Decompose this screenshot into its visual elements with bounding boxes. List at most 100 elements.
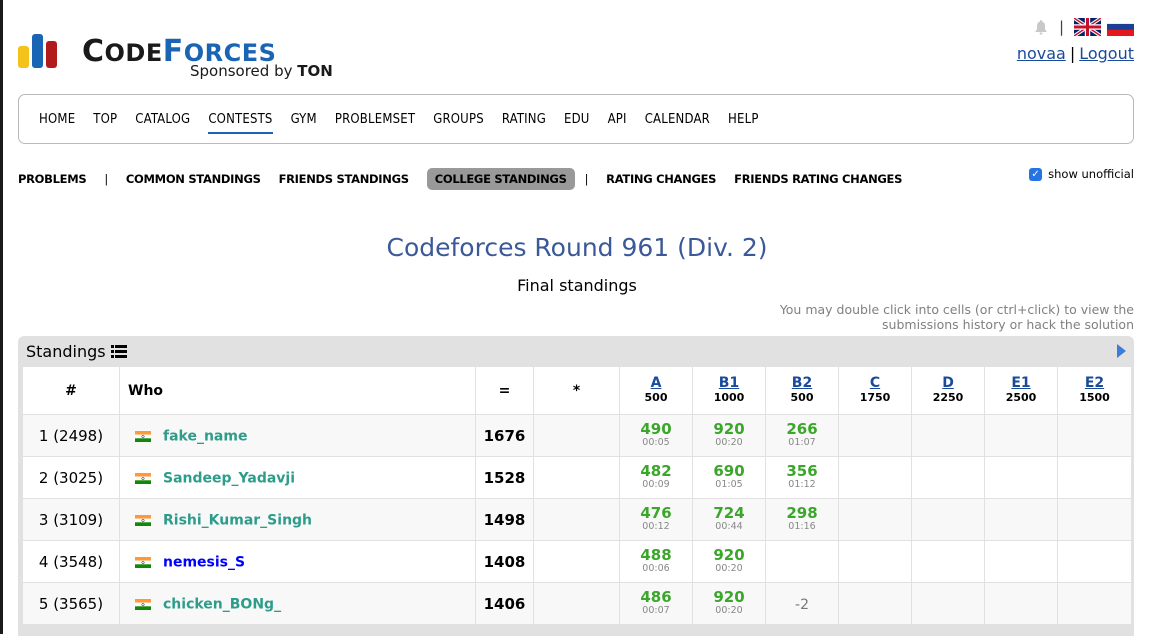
problem-result-cell[interactable]	[1057, 456, 1132, 499]
menu-calendar[interactable]: CALENDAR	[645, 112, 710, 127]
tab-college-standings[interactable]: COLLEGE STANDINGS	[426, 168, 575, 190]
sponsor-line: Sponsored by TON	[190, 62, 333, 80]
contest-title[interactable]: Codeforces Round 961 (Div. 2)	[0, 233, 1154, 262]
problem-d-link[interactable]: D	[912, 376, 984, 391]
problem-b2-link[interactable]: B2	[766, 376, 838, 391]
show-unofficial-toggle[interactable]: ✓ show unofficial	[1029, 167, 1134, 181]
problem-result-cell[interactable]	[984, 456, 1058, 499]
notification-bell-icon[interactable]	[1033, 19, 1049, 35]
problem-result-cell[interactable]	[984, 414, 1058, 457]
tab-friends-standings[interactable]: FRIENDS STANDINGS	[279, 172, 409, 186]
menu-contests[interactable]: CONTESTS	[208, 112, 273, 134]
problem-result-cell[interactable]: 690 01:05	[692, 456, 766, 499]
problem-e1-link[interactable]: E1	[985, 376, 1057, 391]
problem-result-cell[interactable]	[911, 540, 985, 583]
penalty-cell	[533, 456, 620, 499]
second-level-menu: PROBLEMS | COMMON STANDINGS FRIENDS STAN…	[18, 168, 920, 190]
tab-common-standings[interactable]: COMMON STANDINGS	[126, 172, 261, 186]
problem-result-cell[interactable]	[911, 414, 985, 457]
hint-text: You may double click into cells (or ctrl…	[779, 302, 1134, 332]
problem-result-cell[interactable]	[838, 540, 912, 583]
header-rank: #	[22, 366, 120, 415]
participant-handle-link[interactable]: nemesis_S	[163, 555, 245, 571]
problem-result-cell[interactable]	[911, 582, 985, 625]
total-score-cell: 1528	[475, 456, 534, 499]
problem-result-cell[interactable]	[1057, 582, 1132, 625]
problem-result-cell[interactable]: 488 00:06	[619, 540, 693, 583]
problem-result-cell[interactable]: 920 00:20	[692, 540, 766, 583]
problem-result-cell[interactable]	[911, 498, 985, 541]
problem-result-cell[interactable]	[984, 498, 1058, 541]
participant-handle-link[interactable]: Rishi_Kumar_Singh	[163, 513, 312, 529]
show-unofficial-label: show unofficial	[1048, 167, 1134, 181]
menu-api[interactable]: API	[608, 112, 627, 127]
codeforces-logo[interactable]: CODEFORCES Sponsored by TON	[18, 24, 348, 82]
problem-result-cell[interactable]: 724 00:44	[692, 498, 766, 541]
penalty-cell	[533, 540, 620, 583]
problem-result-cell[interactable]	[838, 414, 912, 457]
problem-result-cell[interactable]: 476 00:12	[619, 498, 693, 541]
checkbox-checked-icon[interactable]: ✓	[1029, 167, 1043, 181]
problem-a-link[interactable]: A	[620, 376, 692, 391]
header-problem-a: A 500	[619, 366, 693, 415]
problem-result-cell[interactable]: 298 01:16	[765, 498, 839, 541]
table-row: 4 (3548) nemesis_S 1408 488 00:06 920 00:20	[22, 540, 1132, 583]
india-flag-icon	[135, 431, 151, 442]
problem-result-cell[interactable]: 490 00:05	[619, 414, 693, 457]
standings-table: # Who = * A 500 B1 1000 B2 500 C 1750 D 2250 …	[22, 366, 1132, 625]
participant-cell: nemesis_S	[119, 540, 476, 583]
problem-result-cell[interactable]	[984, 540, 1058, 583]
expand-arrow-icon[interactable]	[1117, 344, 1126, 358]
menu-catalog[interactable]: CATALOG	[135, 112, 190, 127]
problem-result-cell[interactable]	[765, 540, 839, 583]
problem-result-cell[interactable]: 482 00:09	[619, 456, 693, 499]
problem-result-cell[interactable]: -2	[765, 582, 839, 625]
problem-result-cell[interactable]: 486 00:07	[619, 582, 693, 625]
logout-link[interactable]: Logout	[1079, 44, 1134, 63]
penalty-cell	[533, 414, 620, 457]
problem-result-cell[interactable]: 920 00:20	[692, 414, 766, 457]
menu-problemset[interactable]: PROBLEMSET	[335, 112, 415, 127]
menu-edu[interactable]: EDU	[564, 112, 590, 127]
problem-b1-link[interactable]: B1	[693, 376, 765, 391]
problem-result-cell[interactable]	[1057, 414, 1132, 457]
problem-c-link[interactable]: C	[839, 376, 911, 391]
problem-result-cell[interactable]: 920 00:20	[692, 582, 766, 625]
problem-result-cell[interactable]: 356 01:12	[765, 456, 839, 499]
problem-result-cell[interactable]	[838, 498, 912, 541]
problem-result-cell[interactable]	[984, 582, 1058, 625]
menu-rating[interactable]: RATING	[502, 112, 546, 127]
participant-handle-link[interactable]: Sandeep_Yadavji	[163, 471, 295, 487]
tab-rating-changes[interactable]: RATING CHANGES	[606, 172, 716, 186]
menu-divider: |	[584, 172, 589, 186]
list-icon[interactable]	[110, 345, 127, 358]
standings-subtitle: Final standings	[517, 276, 637, 295]
tab-friends-rating-changes[interactable]: FRIENDS RATING CHANGES	[734, 172, 902, 186]
russia-flag-icon[interactable]	[1107, 18, 1134, 36]
profile-link[interactable]: novaa	[1017, 44, 1066, 63]
rank-cell: 1 (2498)	[22, 414, 120, 457]
menu-groups[interactable]: GROUPS	[433, 112, 484, 127]
total-score-cell: 1406	[475, 582, 534, 625]
menu-gym[interactable]: GYM	[291, 112, 317, 127]
menu-top[interactable]: TOP	[93, 112, 117, 127]
tab-problems[interactable]: PROBLEMS	[18, 172, 87, 186]
problem-e2-link[interactable]: E2	[1058, 376, 1131, 391]
problem-result-cell[interactable]	[838, 456, 912, 499]
problem-result-cell[interactable]	[1057, 498, 1132, 541]
menu-home[interactable]: HOME	[39, 112, 75, 127]
participant-handle-link[interactable]: chicken_BONg_	[163, 597, 281, 613]
rank-cell: 5 (3565)	[22, 582, 120, 625]
uk-flag-icon[interactable]	[1074, 18, 1101, 36]
header-right: | novaa | Logout	[1017, 16, 1134, 63]
header-problem-b1: B1 1000	[692, 366, 766, 415]
problem-result-cell[interactable]	[1057, 540, 1132, 583]
problem-result-cell[interactable]	[911, 456, 985, 499]
window-edge	[0, 0, 3, 634]
problem-result-cell[interactable]: 266 01:07	[765, 414, 839, 457]
header-problem-d: D 2250	[911, 366, 985, 415]
problem-result-cell[interactable]	[838, 582, 912, 625]
menu-help[interactable]: HELP	[728, 112, 759, 127]
header-separator: |	[1058, 18, 1064, 36]
participant-handle-link[interactable]: fake_name	[163, 429, 247, 445]
